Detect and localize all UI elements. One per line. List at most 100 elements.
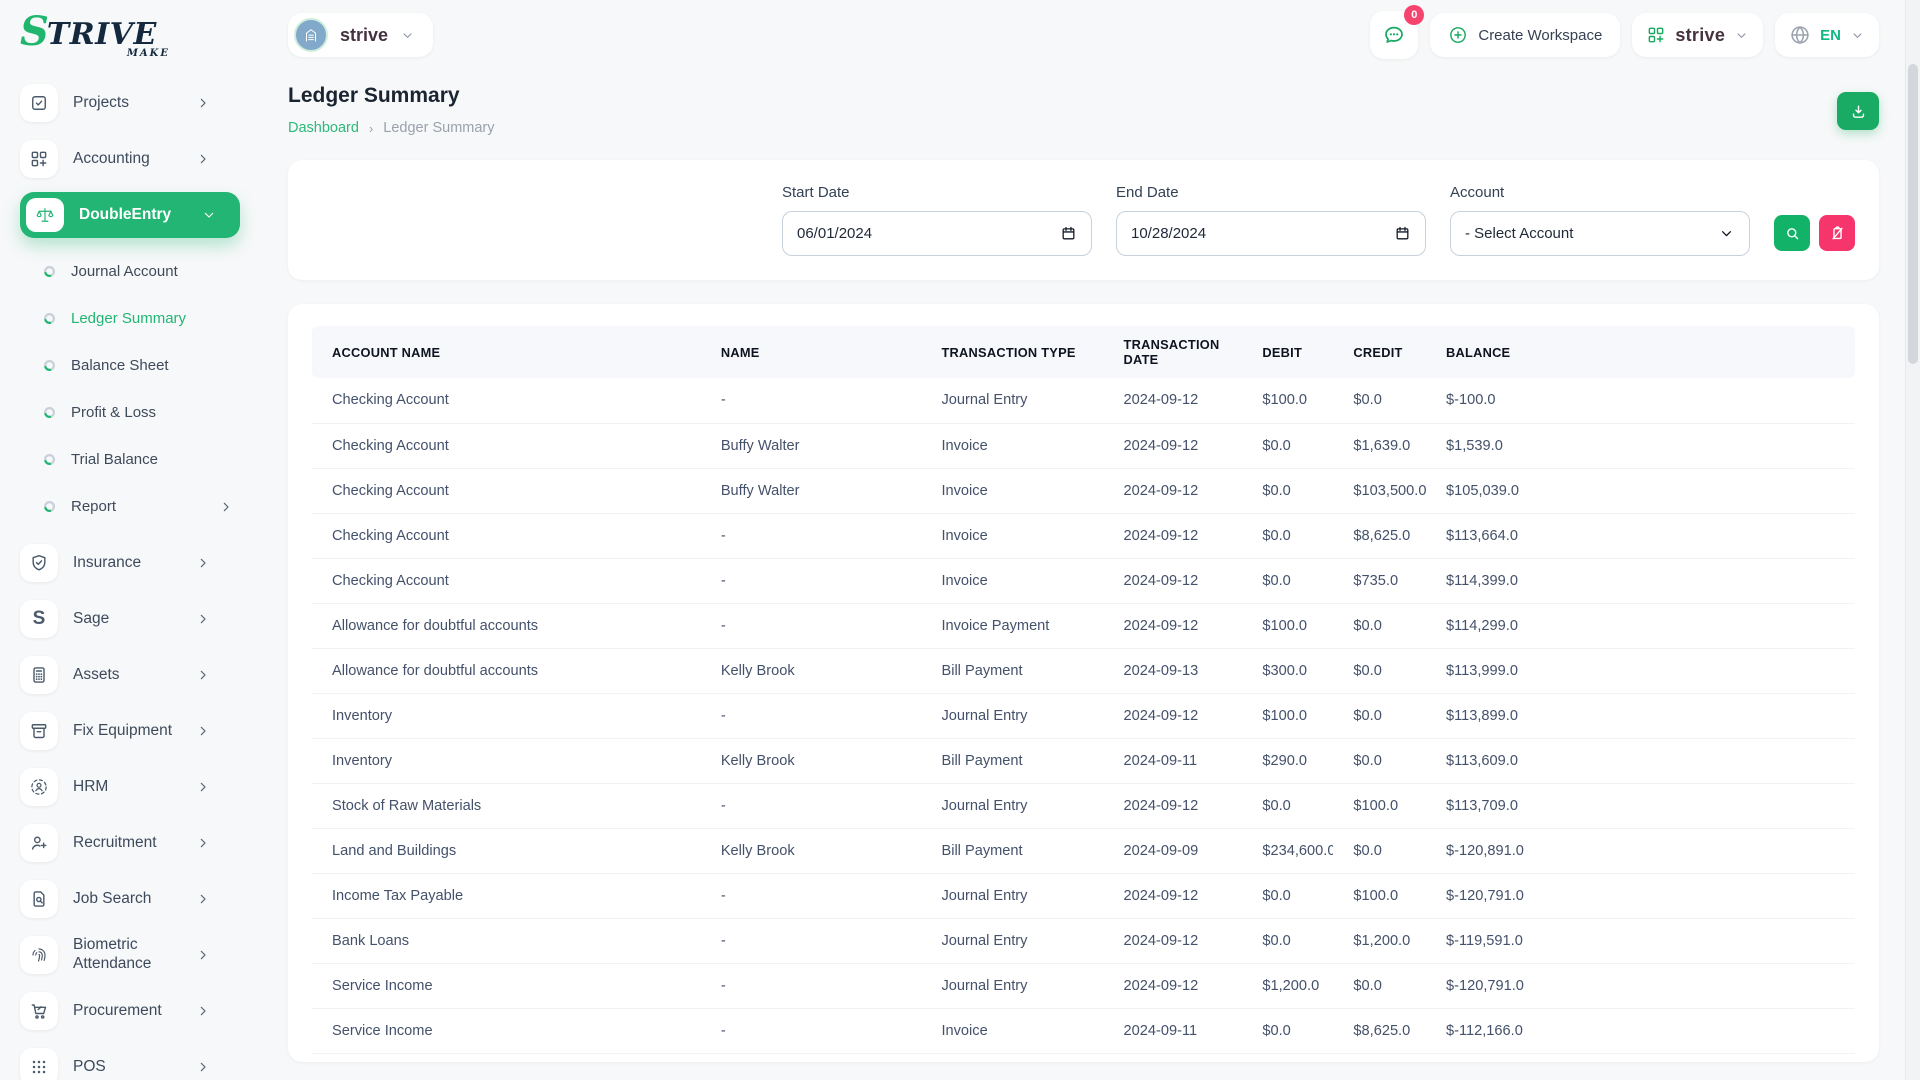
- sidebar-item-procurement[interactable]: Procurement: [20, 988, 262, 1034]
- table-cell: Journal Entry: [921, 963, 1104, 1009]
- sidebar-item-label: Accounting: [73, 149, 150, 167]
- scrollbar-thumb[interactable]: [1908, 64, 1918, 364]
- sidebar-item-biometric-attendance[interactable]: Biometric Attendance: [20, 932, 262, 978]
- start-date-input[interactable]: 06/01/2024: [782, 211, 1092, 256]
- sidebar-subitem-report[interactable]: Report: [20, 483, 262, 530]
- table-cell: $-100.0: [1426, 378, 1855, 424]
- table-cell: $114,299.0: [1426, 603, 1855, 649]
- table-cell: $290.0: [1242, 738, 1334, 784]
- table-cell: $0.0: [1242, 558, 1334, 604]
- shield-check-icon: [20, 544, 58, 582]
- end-date-input[interactable]: 10/28/2024: [1116, 211, 1426, 256]
- sidebar-item-hrm[interactable]: HRM: [20, 764, 262, 810]
- table-cell: -: [700, 693, 922, 739]
- table-cell: $1,200.0: [1242, 963, 1334, 1009]
- table-row: Checking Account - Invoice 2024-09-12 $0.0 $8…: [312, 513, 1855, 559]
- table-cell: 2024-09-12: [1103, 378, 1243, 424]
- table-cell: -: [700, 558, 922, 604]
- search-icon: [1784, 225, 1801, 242]
- sidebar-item-pos[interactable]: POS: [20, 1044, 262, 1080]
- sidebar-item-recruitment[interactable]: Recruitment: [20, 820, 262, 866]
- chat-icon: [1382, 23, 1406, 47]
- sidebar-item-sage[interactable]: S Sage: [20, 596, 262, 642]
- language-selector[interactable]: EN: [1775, 13, 1879, 57]
- grid-plus-icon: [1646, 25, 1666, 45]
- sidebar-item-job-search[interactable]: Job Search: [20, 876, 262, 922]
- plus-circle-icon: [1448, 25, 1468, 45]
- ledger-table-card: ACCOUNT NAME NAME TRANSACTION TYPE TRANS…: [288, 304, 1879, 1062]
- breadcrumb: Dashboard › Ledger Summary: [288, 120, 495, 136]
- letter-s-icon: S: [20, 600, 58, 638]
- sidebar-subitem-ledger-summary[interactable]: Ledger Summary: [20, 295, 262, 342]
- sidebar-item-accounting[interactable]: Accounting: [20, 136, 262, 182]
- workspace-avatar-building-icon: [294, 18, 328, 52]
- bullet-icon: [44, 501, 55, 512]
- table-cell: $0.0: [1242, 423, 1334, 469]
- calendar-icon: [1394, 225, 1411, 242]
- reset-filter-button[interactable]: [1819, 215, 1855, 251]
- breadcrumb-dashboard-link[interactable]: Dashboard: [288, 120, 359, 136]
- ledger-table: ACCOUNT NAME NAME TRANSACTION TYPE TRANS…: [312, 326, 1855, 1054]
- sidebar-item-assets[interactable]: Assets: [20, 652, 262, 698]
- table-cell: Bill Payment: [921, 648, 1104, 694]
- workspace-selector[interactable]: strive: [288, 13, 434, 57]
- table-row: Stock of Raw Materials - Journal Entry 2024…: [312, 783, 1855, 829]
- table-header-row: ACCOUNT NAME NAME TRANSACTION TYPE TRANS…: [312, 326, 1855, 378]
- table-cell: $8,625.0: [1333, 1008, 1426, 1054]
- sidebar-subitem-profit-loss[interactable]: Profit & Loss: [20, 389, 262, 436]
- bullet-icon: [44, 407, 55, 418]
- table-cell: Bill Payment: [921, 738, 1104, 784]
- table-cell: $0.0: [1333, 603, 1426, 649]
- sidebar-subitem-trial-balance[interactable]: Trial Balance: [20, 436, 262, 483]
- table-row: Allowance for doubtful accounts - Invoice …: [312, 603, 1855, 649]
- table-cell: $1,200.0: [1333, 918, 1426, 964]
- messages-button[interactable]: 0: [1370, 5, 1425, 59]
- table-cell: 2024-09-12: [1103, 513, 1243, 559]
- apply-filter-button[interactable]: [1774, 215, 1810, 251]
- table-cell: $0.0: [1242, 783, 1334, 829]
- clear-filter-icon: [1829, 225, 1846, 242]
- sidebar-subitem-journal-account[interactable]: Journal Account: [20, 248, 262, 295]
- sidebar-subitem-balance-sheet[interactable]: Balance Sheet: [20, 342, 262, 389]
- download-button[interactable]: [1837, 92, 1879, 130]
- table-cell: 2024-09-12: [1103, 783, 1243, 829]
- table-cell: -: [700, 963, 922, 1009]
- end-date-group: End Date 10/28/2024: [1116, 184, 1426, 256]
- create-workspace-button[interactable]: Create Workspace: [1430, 13, 1621, 57]
- table-cell: 2024-09-12: [1103, 423, 1243, 469]
- fingerprint-icon: [20, 936, 58, 974]
- page-title: Ledger Summary: [288, 84, 460, 107]
- table-row: Allowance for doubtful accounts Kelly Bro…: [312, 648, 1855, 694]
- chevron-right-icon: [195, 1059, 211, 1075]
- table-body: Checking Account - Journal Entry 2024-09-12…: [312, 378, 1855, 1054]
- breadcrumb-current: Ledger Summary: [383, 120, 495, 136]
- sidebar-item-projects[interactable]: Projects: [20, 80, 262, 126]
- app-switcher[interactable]: strive: [1632, 13, 1764, 57]
- table-cell: Buffy Walter: [700, 423, 922, 469]
- grid-plus-icon: [20, 140, 58, 178]
- table-cell: $300.0: [1242, 648, 1334, 694]
- table-cell: $-119,591.0: [1426, 918, 1855, 964]
- table-cell: $0.0: [1242, 918, 1334, 964]
- table-cell: $0.0: [1242, 873, 1334, 919]
- table-cell: $0.0: [1333, 378, 1426, 424]
- sidebar-item-insurance[interactable]: Insurance: [20, 540, 262, 586]
- account-select[interactable]: - Select Account: [1450, 211, 1750, 256]
- app-logo[interactable]: S TRIVE MAKE: [20, 10, 210, 72]
- bullet-icon: [44, 313, 55, 324]
- calculator-icon: [20, 656, 58, 694]
- table-cell: $114,399.0: [1426, 558, 1855, 604]
- workspace-name: strive: [340, 24, 389, 45]
- vertical-scrollbar[interactable]: [1905, 0, 1920, 1080]
- table-cell: $0.0: [1333, 828, 1426, 874]
- message-count-badge: 0: [1404, 5, 1425, 25]
- logo-wordmark: TRIVE: [46, 17, 157, 52]
- sidebar-item-label: DoubleEntry: [79, 205, 172, 223]
- col-account-name: ACCOUNT NAME: [312, 326, 701, 378]
- table-cell: $100.0: [1333, 783, 1426, 829]
- sidebar-item-fix-equipment[interactable]: Fix Equipment: [20, 708, 262, 754]
- chevron-right-icon: [195, 151, 211, 167]
- sidebar-item-doubleentry[interactable]: DoubleEntry: [20, 192, 240, 238]
- table-cell: Journal Entry: [921, 378, 1104, 424]
- table-cell: 2024-09-12: [1103, 603, 1243, 649]
